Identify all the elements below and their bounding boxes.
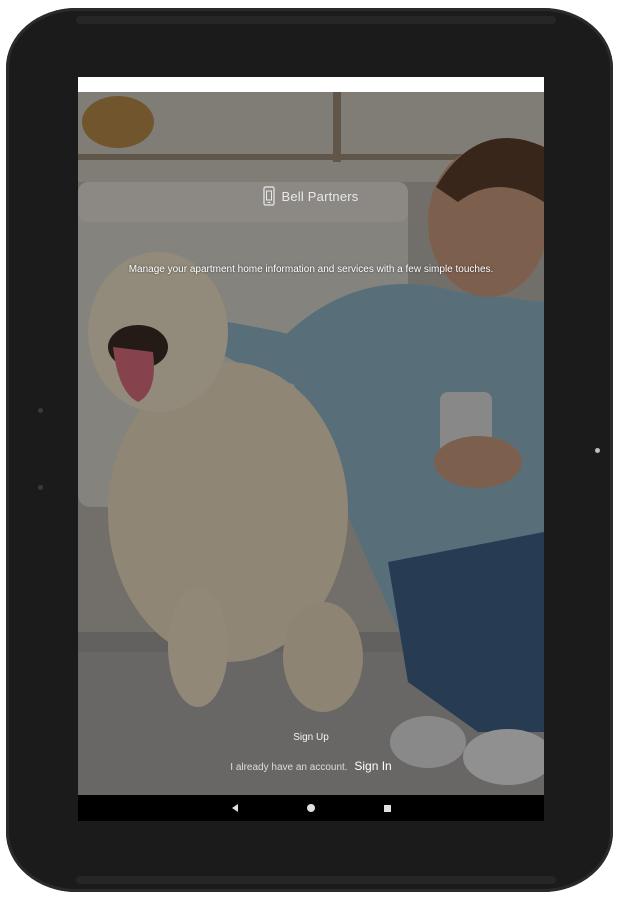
- logo-text: Bell Partners: [281, 188, 359, 204]
- account-prompt: I already have an account.: [230, 762, 348, 773]
- nav-recents-button[interactable]: [379, 800, 395, 816]
- sign-up-button[interactable]: Sign Up: [261, 729, 361, 747]
- bezel-sensor: [38, 485, 43, 490]
- sign-in-link[interactable]: Sign In: [354, 759, 391, 773]
- nav-back-button[interactable]: [227, 800, 243, 816]
- circle-home-icon: [307, 804, 315, 812]
- bezel-camera: [595, 448, 600, 453]
- bezel-top-edge: [76, 16, 556, 24]
- status-bar: [78, 77, 544, 92]
- nav-home-button[interactable]: [303, 800, 319, 816]
- square-recents-icon: [383, 804, 391, 812]
- phone-building-icon: [263, 186, 276, 206]
- sign-in-row: I already have an account. Sign In: [78, 759, 544, 773]
- bezel-sensor: [38, 408, 43, 413]
- bezel-bottom-edge: [76, 876, 556, 884]
- triangle-back-icon: [232, 804, 238, 812]
- tagline: Manage your apartment home information a…: [128, 264, 494, 275]
- navigation-bar: [78, 795, 544, 821]
- app-logo: Bell Partners: [78, 185, 544, 207]
- screen: Bell Partners Manage your apartment home…: [78, 77, 544, 821]
